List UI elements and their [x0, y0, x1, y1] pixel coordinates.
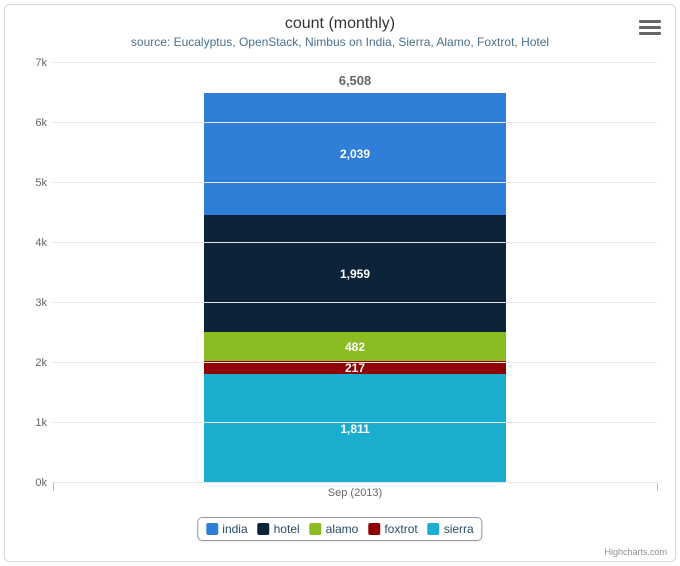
legend-swatch-icon [258, 523, 270, 535]
y-axis-tick-label: 0k [35, 477, 47, 489]
gridline [53, 422, 657, 423]
legend: india hotel alamo foxtrot sierra [197, 517, 482, 541]
legend-label: hotel [274, 522, 300, 536]
legend-label: sierra [444, 522, 474, 536]
gridline [53, 302, 657, 303]
legend-label: foxtrot [384, 522, 417, 536]
legend-item-foxtrot[interactable]: foxtrot [368, 522, 417, 536]
y-axis-tick-label: 4k [35, 237, 47, 249]
legend-item-india[interactable]: india [206, 522, 247, 536]
legend-item-alamo[interactable]: alamo [310, 522, 359, 536]
y-axis-tick-label: 2k [35, 357, 47, 369]
legend-swatch-icon [428, 523, 440, 535]
stack-total-label: 6,508 [204, 73, 506, 88]
chart-menu-icon[interactable] [639, 17, 661, 37]
x-axis-label: Sep (2013) [53, 487, 657, 499]
credits-link[interactable]: Highcharts.com [604, 547, 667, 557]
legend-swatch-icon [310, 523, 322, 535]
legend-label: india [222, 522, 247, 536]
chart-subtitle: source: Eucalyptus, OpenStack, Nimbus on… [5, 33, 675, 49]
gridline [53, 242, 657, 243]
stacked-bar[interactable]: 6,508 1,8112174821,9592,039 [204, 93, 506, 483]
segment-foxtrot[interactable]: 217 [204, 361, 506, 374]
gridline [53, 62, 657, 63]
legend-item-sierra[interactable]: sierra [428, 522, 474, 536]
chart-card: count (monthly) source: Eucalyptus, Open… [4, 4, 676, 562]
segment-alamo[interactable]: 482 [204, 332, 506, 361]
gridline [53, 482, 657, 483]
chart-title: count (monthly) [5, 5, 675, 33]
legend-label: alamo [326, 522, 359, 536]
y-axis-tick-label: 6k [35, 117, 47, 129]
legend-swatch-icon [206, 523, 218, 535]
gridline [53, 362, 657, 363]
legend-swatch-icon [368, 523, 380, 535]
segment-india[interactable]: 2,039 [204, 93, 506, 215]
segment-sierra[interactable]: 1,811 [204, 374, 506, 483]
y-axis-tick-label: 7k [35, 57, 47, 69]
plot-area: Sep (2013) 6,508 1,8112174821,9592,039 0… [53, 63, 657, 483]
gridline [53, 182, 657, 183]
y-axis-tick-label: 5k [35, 177, 47, 189]
gridline [53, 122, 657, 123]
y-axis-tick-label: 1k [35, 417, 47, 429]
y-axis-tick-label: 3k [35, 297, 47, 309]
legend-item-hotel[interactable]: hotel [258, 522, 300, 536]
x-tick [657, 483, 658, 491]
segment-hotel[interactable]: 1,959 [204, 215, 506, 333]
